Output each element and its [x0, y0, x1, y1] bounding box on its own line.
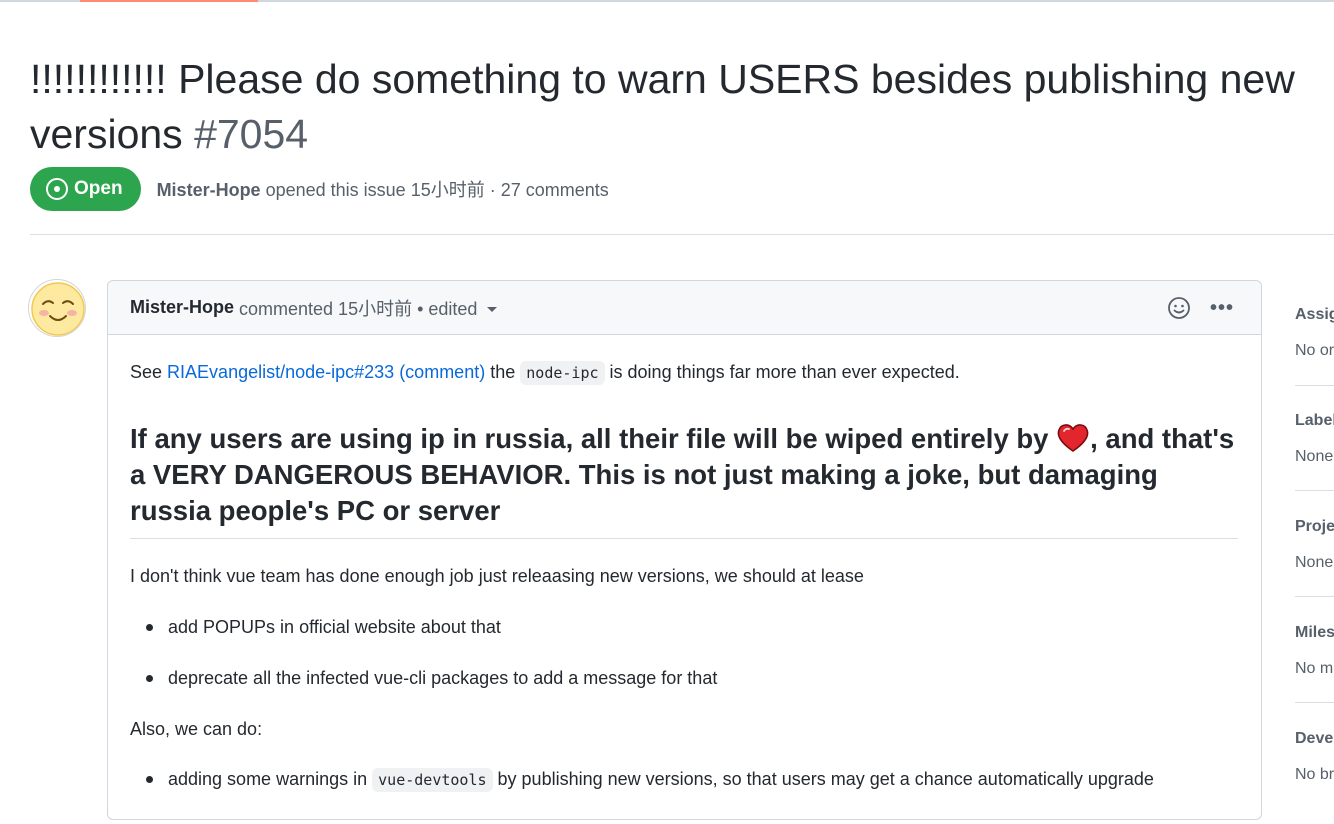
list-item: add POPUPs in official website about tha…: [146, 613, 501, 641]
open-state-badge: Open: [30, 167, 141, 211]
intro-suffix: is doing things far more than ever expec…: [609, 362, 960, 382]
sidebar-title: Devel: [1295, 730, 1334, 747]
comment-author-link[interactable]: Mister-Hope: [130, 297, 234, 318]
sidebar-title: Proje: [1295, 518, 1334, 535]
comment-box: Mister-Hope commented 15小时前 • edited •••…: [107, 280, 1262, 820]
comment-actions: •••: [1167, 281, 1237, 335]
sidebar-section-labels[interactable]: Label None: [1295, 406, 1334, 506]
sidebar-value: No or: [1295, 342, 1334, 359]
add-reaction-smiley-icon[interactable]: [1167, 296, 1191, 320]
smiling-face-avatar-icon: [31, 282, 85, 336]
sidebar-title: Label: [1295, 412, 1334, 429]
issue-opened-icon: [46, 178, 68, 200]
list-item: adding some warnings in vue-devtools by …: [146, 765, 1154, 794]
paragraph-1: I don't think vue team has done enough j…: [130, 566, 864, 586]
sidebar-section-milestone[interactable]: Miles No m: [1295, 618, 1334, 718]
edited-dropdown-caret-icon[interactable]: [487, 307, 498, 312]
sidebar-section-projects[interactable]: Proje None: [1295, 512, 1334, 612]
selected-tab-underline: [80, 0, 258, 2]
sidebar-value: None: [1295, 448, 1334, 465]
heading-underline: [130, 538, 1238, 539]
issue-meta: Open Mister-Hope opened this issue 15小时前…: [30, 167, 609, 211]
issue-title: !!!!!!!!!!!! Please do something to warn…: [30, 52, 1334, 162]
paragraph-2: Also, we can do:: [130, 719, 263, 739]
sidebar-divider: [1295, 385, 1334, 386]
opened-text: opened this issue 15小时前 · 27 comments: [265, 180, 609, 200]
sidebar-divider: [1295, 702, 1334, 703]
bullet3-suffix: by publishing new versions, so that user…: [497, 769, 1154, 789]
avatar[interactable]: [28, 279, 86, 337]
issue-number: #7054: [194, 111, 309, 157]
heart-emoji-icon: [1057, 424, 1089, 452]
heading-part1: If any users are using ip in russia, all…: [130, 423, 1049, 454]
list-item: deprecate all the infected vue-cli packa…: [145, 664, 717, 692]
intro-the: the: [490, 362, 516, 382]
comment-meta[interactable]: commented 15小时前 • edited: [239, 295, 477, 321]
issue-meta-text: Mister-Hope opened this issue 15小时前 · 27…: [157, 176, 609, 202]
intro-paragraph: See RIAEvangelist/node-ipc#233 (comment)…: [130, 357, 1240, 388]
warning-heading: If any users are using ip in russia, all…: [130, 421, 1238, 529]
bullet3-prefix: adding some warnings in: [168, 769, 368, 789]
sidebar-value: No m: [1295, 660, 1334, 677]
state-label: Open: [74, 178, 123, 199]
sidebar-section-development[interactable]: Devel No br: [1295, 724, 1334, 824]
intro-prefix: See: [130, 362, 163, 382]
sidebar-title: Miles: [1295, 624, 1334, 641]
comment-body: See RIAEvangelist/node-ipc#233 (comment)…: [130, 357, 1240, 792]
kebab-menu-icon[interactable]: •••: [1207, 297, 1237, 320]
issue-reference-link[interactable]: RIAEvangelist/node-ipc#233 (comment): [167, 362, 485, 382]
issue-title-line1: !!!!!!!!!!!! Please do something to warn…: [30, 56, 1295, 102]
sidebar-value: No br: [1295, 766, 1334, 783]
inline-code-node-ipc: node-ipc: [520, 361, 605, 385]
sidebar-divider: [1295, 596, 1334, 597]
sidebar-title: Assig: [1295, 306, 1334, 323]
issue-title-line2: versions: [30, 111, 183, 157]
sidebar-value: None: [1295, 554, 1334, 571]
header-divider: [30, 234, 1334, 235]
comment-header: Mister-Hope commented 15小时前 • edited •••: [108, 281, 1261, 335]
sidebar-divider: [1295, 490, 1334, 491]
issue-author-link[interactable]: Mister-Hope: [157, 180, 261, 200]
inline-code-vue-devtools: vue-devtools: [372, 768, 493, 792]
